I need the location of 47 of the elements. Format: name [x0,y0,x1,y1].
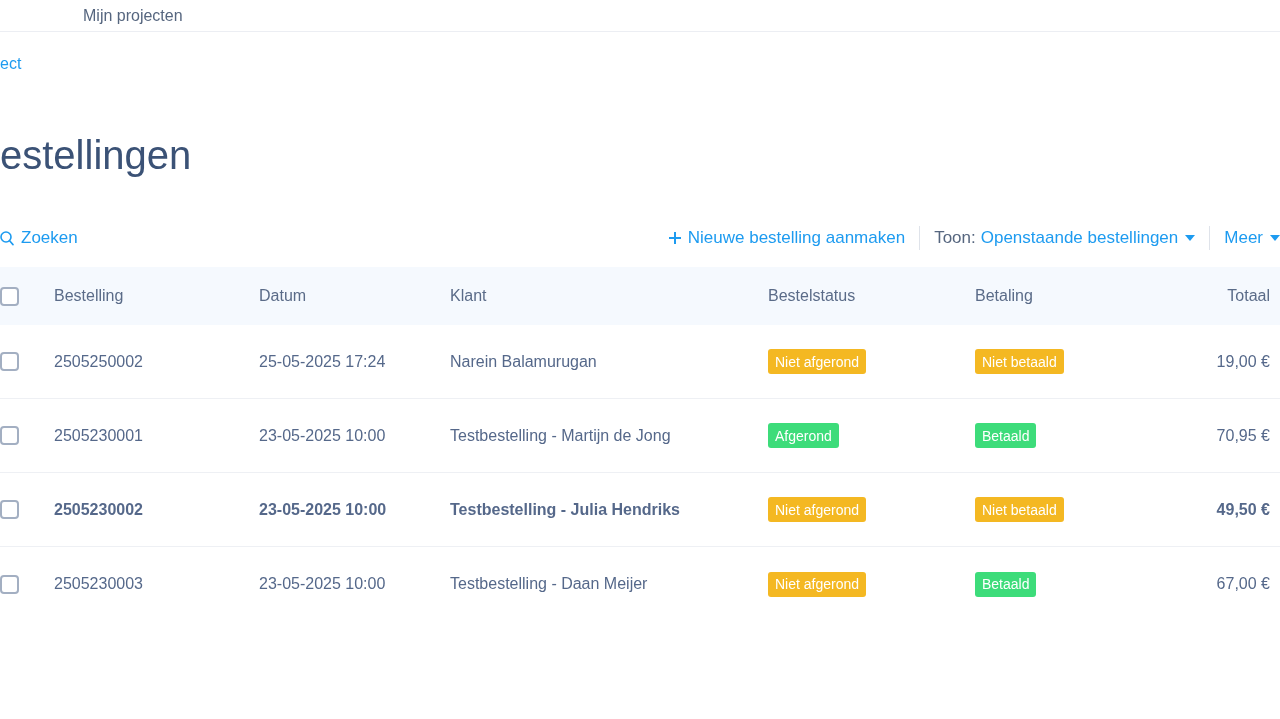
column-header: Totaal [1227,287,1270,305]
customer-name: Narein Balamurugan [450,352,597,371]
customer-name: Testbestelling - Daan Meijer [450,575,648,593]
customer-name: Testbestelling - Martijn de Jong [450,426,671,445]
more-dropdown[interactable]: Meer [1224,228,1280,248]
row-checkbox[interactable] [0,574,19,594]
order-number: 2505230002 [54,500,143,519]
row-checkbox[interactable] [0,500,19,519]
order-total: 67,00 € [1216,575,1270,593]
order-total: 70,95 € [1216,426,1270,445]
order-number: 2505230001 [54,426,143,445]
column-header: Klant [450,287,487,305]
search-button[interactable]: Zoeken [0,228,78,248]
order-number: 2505230003 [54,575,143,593]
order-status-badge: Niet afgerond [768,497,867,522]
row-checkbox[interactable] [0,352,19,371]
order-number: 2505250002 [54,352,143,371]
row-checkbox[interactable] [0,426,19,445]
customer-name: Testbestelling - Julia Hendriks [450,500,680,519]
column-header: Bestelling [54,287,124,305]
caret-icon [1185,235,1196,241]
order-status-badge: Niet afgerond [768,349,867,374]
plus-icon [668,232,681,244]
back-link[interactable]: ect [0,54,22,74]
order-date: 23-05-2025 10:00 [259,500,387,519]
filter-dropdown[interactable]: Openstaande bestellingen [980,228,1196,248]
order-total: 19,00 € [1216,352,1270,371]
order-status-badge: Niet afgerond [768,571,867,597]
new-order-button[interactable]: Nieuwe bestelling aanmaken [668,228,906,248]
filter-label: Toon: [934,228,976,248]
order-date: 23-05-2025 10:00 [259,426,386,445]
order-date: 25-05-2025 17:24 [259,352,386,371]
payment-status-badge: Betaald [975,423,1037,448]
breadcrumb-text: Mijn projecten [83,5,183,26]
payment-status-badge: Niet betaald [975,497,1064,522]
page-title: estellingen [0,132,192,179]
order-date: 23-05-2025 10:00 [259,575,386,593]
search-icon [0,230,14,246]
column-header: Datum [259,287,307,305]
column-header: Betaling [975,287,1033,305]
payment-status-badge: Niet betaald [975,349,1064,374]
order-total: 49,50 € [1216,500,1270,519]
order-status-badge: Afgerond [768,423,839,448]
select-all-checkbox[interactable] [0,286,19,306]
caret-icon [1270,235,1280,241]
payment-status-badge: Betaald [975,571,1037,597]
column-header: Bestelstatus [768,287,856,305]
